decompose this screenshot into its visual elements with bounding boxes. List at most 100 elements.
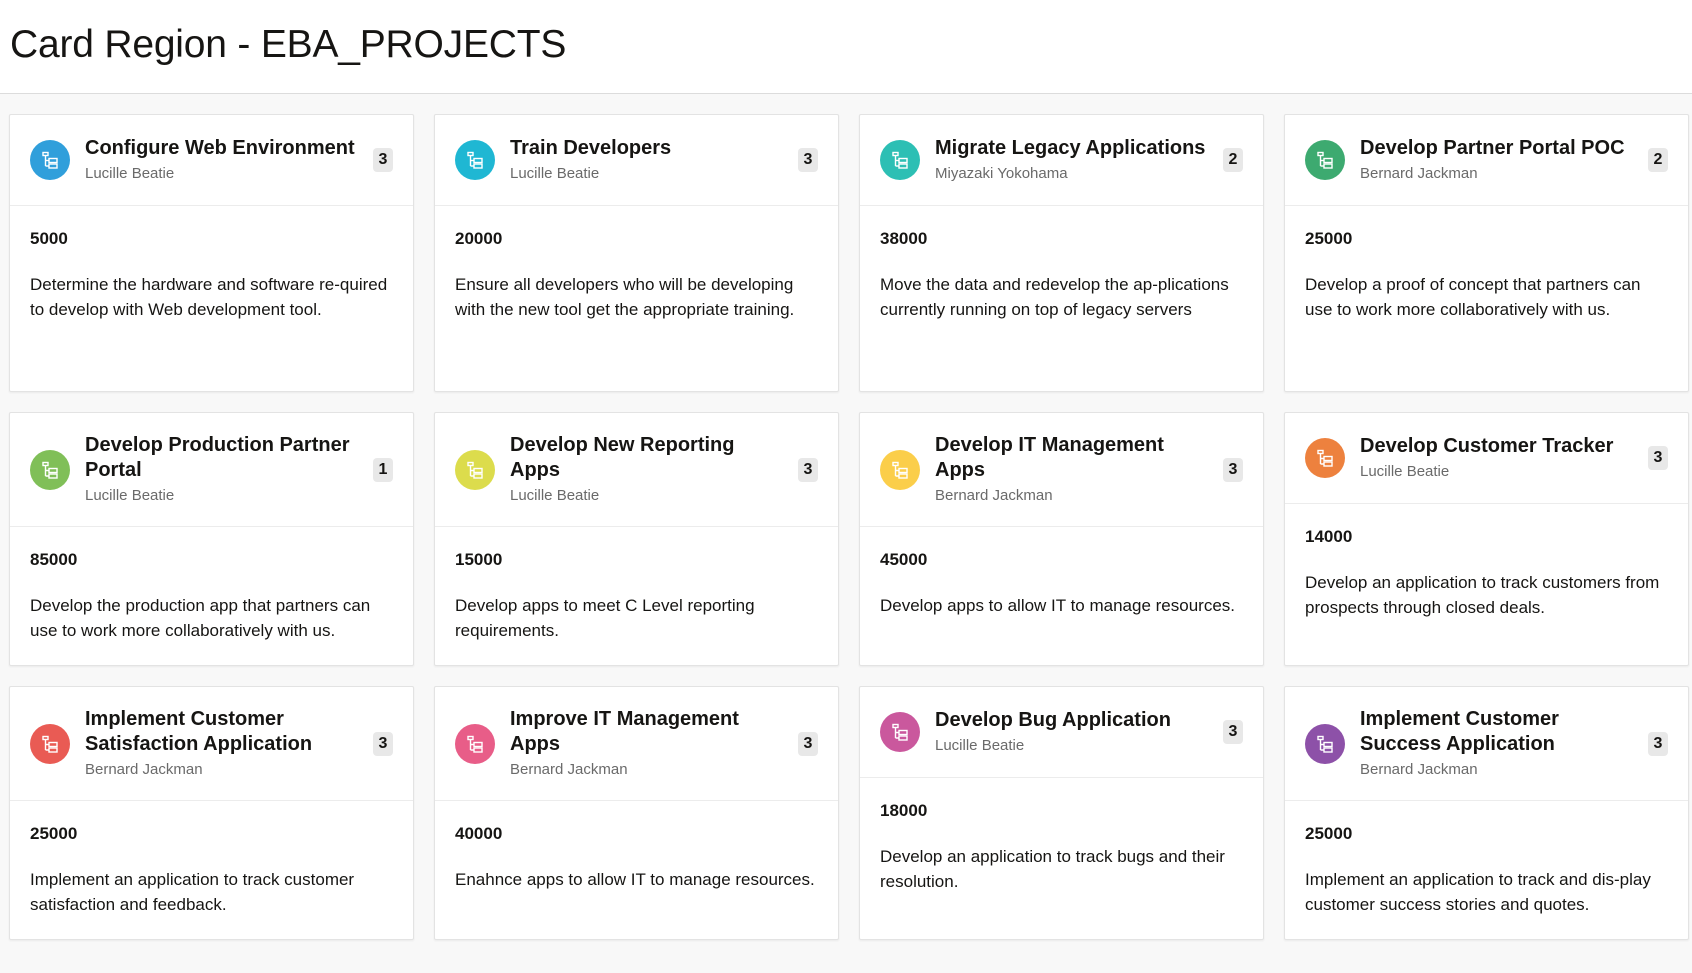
card-amount: 25000 xyxy=(1305,229,1353,248)
card-title[interactable]: Improve IT Management Apps xyxy=(510,707,784,757)
project-icon xyxy=(30,723,70,764)
card-titles: Develop Partner Portal POC Bernard Jackm… xyxy=(1360,136,1634,184)
card-title[interactable]: Train Developers xyxy=(510,136,784,161)
card-body: 14000 Develop an application to track cu… xyxy=(1285,504,1688,638)
card-badge: 2 xyxy=(1648,148,1668,172)
card-body: 25000 Implement an application to track … xyxy=(10,801,413,935)
card-body: 18000 Develop an application to track bu… xyxy=(860,778,1263,912)
card-owner: Lucille Beatie xyxy=(85,487,175,504)
card-description: Implement an application to track and di… xyxy=(1305,870,1651,914)
card-titles: Improve IT Management Apps Bernard Jackm… xyxy=(510,707,784,780)
project-card-11[interactable]: Develop Bug Application Lucille Beatie 3… xyxy=(859,686,1264,940)
card-titles: Develop IT Management Apps Bernard Jackm… xyxy=(935,433,1209,506)
project-icon xyxy=(880,712,920,752)
card-badge: 3 xyxy=(798,731,818,756)
card-description: Implement an application to track custom… xyxy=(30,870,355,914)
card-owner: Lucille Beatie xyxy=(1360,463,1450,480)
card-title[interactable]: Implement Customer Satisfaction Applicat… xyxy=(85,707,359,757)
card-title[interactable]: Develop Production Partner Portal xyxy=(85,433,359,483)
card-owner: Lucille Beatie xyxy=(935,737,1025,754)
project-card-6[interactable]: Develop New Reporting Apps Lucille Beati… xyxy=(434,412,839,666)
project-card-1[interactable]: Configure Web Environment Lucille Beatie… xyxy=(9,114,414,392)
project-card-2[interactable]: Train Developers Lucille Beatie 3 20000 … xyxy=(434,114,839,392)
card-header: Develop Bug Application Lucille Beatie 3 xyxy=(860,687,1263,778)
card-title[interactable]: Develop IT Management Apps xyxy=(935,433,1209,483)
project-icon xyxy=(455,449,495,490)
card-body: 38000 Move the data and redevelop the ap… xyxy=(860,206,1263,340)
card-description: Develop apps to meet C Level reporting r… xyxy=(455,596,755,640)
project-card-8[interactable]: Develop Customer Tracker Lucille Beatie … xyxy=(1284,412,1689,666)
card-header: Configure Web Environment Lucille Beatie… xyxy=(10,115,413,206)
card-header: Develop Partner Portal POC Bernard Jackm… xyxy=(1285,115,1688,206)
card-title[interactable]: Migrate Legacy Applications xyxy=(935,136,1209,161)
card-titles: Develop Bug Application Lucille Beatie xyxy=(935,708,1209,756)
card-amount: 20000 xyxy=(455,229,503,248)
project-icon xyxy=(1305,723,1345,764)
project-card-3[interactable]: Migrate Legacy Applications Miyazaki Yok… xyxy=(859,114,1264,392)
project-card-12[interactable]: Implement Customer Success Application B… xyxy=(1284,686,1689,940)
card-titles: Develop New Reporting Apps Lucille Beati… xyxy=(510,433,784,506)
card-body: 5000 Determine the hardware and software… xyxy=(10,206,413,340)
card-header: Develop IT Management Apps Bernard Jackm… xyxy=(860,413,1263,527)
card-description: Determine the hardware and software re-q… xyxy=(30,275,388,319)
card-body: 25000 Develop a proof of concept that pa… xyxy=(1285,206,1688,340)
card-header: Implement Customer Success Application B… xyxy=(1285,687,1688,801)
card-badge: 1 xyxy=(373,457,393,482)
card-amount: 85000 xyxy=(30,550,78,569)
card-amount: 15000 xyxy=(455,550,503,569)
project-icon xyxy=(30,449,70,490)
card-body: 40000 Enahnce apps to allow IT to manage… xyxy=(435,801,838,910)
card-header: Develop Customer Tracker Lucille Beatie … xyxy=(1285,413,1688,504)
card-owner: Lucille Beatie xyxy=(510,165,600,182)
card-titles: Implement Customer Success Application B… xyxy=(1360,707,1634,780)
card-owner: Bernard Jackman xyxy=(510,761,628,778)
card-amount: 38000 xyxy=(880,229,928,248)
card-title[interactable]: Develop Partner Portal POC xyxy=(1360,136,1634,161)
card-titles: Configure Web Environment Lucille Beatie xyxy=(85,136,359,184)
card-title[interactable]: Implement Customer Success Application xyxy=(1360,707,1634,757)
project-card-9[interactable]: Implement Customer Satisfaction Applicat… xyxy=(9,686,414,940)
project-card-4[interactable]: Develop Partner Portal POC Bernard Jackm… xyxy=(1284,114,1689,392)
card-badge: 3 xyxy=(798,457,818,482)
card-title[interactable]: Develop Customer Tracker xyxy=(1360,434,1634,459)
card-badge: 3 xyxy=(1223,720,1243,744)
card-amount: 45000 xyxy=(880,550,928,569)
card-header: Develop New Reporting Apps Lucille Beati… xyxy=(435,413,838,527)
project-icon xyxy=(880,449,920,490)
card-description: Ensure all developers who will be develo… xyxy=(455,275,795,319)
card-title[interactable]: Develop New Reporting Apps xyxy=(510,433,784,483)
card-owner: Bernard Jackman xyxy=(935,487,1053,504)
card-description: Develop an application to track bugs and… xyxy=(880,847,1225,891)
card-description: Develop apps to allow IT to manage resou… xyxy=(880,596,1235,615)
card-badge: 3 xyxy=(373,731,393,756)
card-description: Develop the production app that partners… xyxy=(30,596,371,640)
project-icon xyxy=(1305,438,1345,478)
card-titles: Develop Customer Tracker Lucille Beatie xyxy=(1360,434,1634,482)
card-amount: 14000 xyxy=(1305,527,1353,546)
card-badge: 3 xyxy=(373,148,393,172)
card-amount: 5000 xyxy=(30,229,68,248)
card-title[interactable]: Configure Web Environment xyxy=(85,136,359,161)
card-titles: Develop Production Partner Portal Lucill… xyxy=(85,433,359,506)
card-header: Train Developers Lucille Beatie 3 xyxy=(435,115,838,206)
card-description: Develop an application to track customer… xyxy=(1305,573,1660,617)
project-card-5[interactable]: Develop Production Partner Portal Lucill… xyxy=(9,412,414,666)
card-owner: Bernard Jackman xyxy=(1360,165,1478,182)
card-description: Move the data and redevelop the ap-plica… xyxy=(880,275,1229,319)
card-title[interactable]: Develop Bug Application xyxy=(935,708,1209,733)
card-header: Develop Production Partner Portal Lucill… xyxy=(10,413,413,527)
project-icon xyxy=(455,140,495,180)
card-description: Enahnce apps to allow IT to manage resou… xyxy=(455,870,815,889)
project-icon xyxy=(455,723,495,764)
project-icon xyxy=(30,140,70,180)
card-badge: 2 xyxy=(1223,148,1243,172)
card-badge: 3 xyxy=(1223,457,1243,482)
card-amount: 25000 xyxy=(30,824,78,843)
card-titles: Migrate Legacy Applications Miyazaki Yok… xyxy=(935,136,1209,184)
card-badge: 3 xyxy=(1648,446,1668,470)
card-owner: Bernard Jackman xyxy=(85,761,203,778)
card-amount: 25000 xyxy=(1305,824,1353,843)
project-card-7[interactable]: Develop IT Management Apps Bernard Jackm… xyxy=(859,412,1264,666)
project-card-10[interactable]: Improve IT Management Apps Bernard Jackm… xyxy=(434,686,839,940)
card-amount: 18000 xyxy=(880,801,928,820)
